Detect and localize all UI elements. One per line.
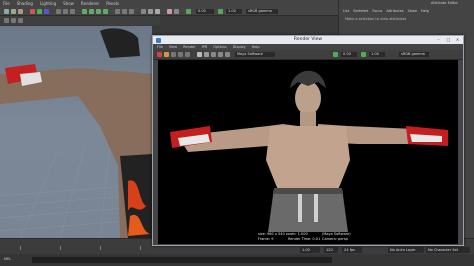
attr-tab-help[interactable]: Help [421, 8, 429, 15]
attr-tab-list[interactable]: List [343, 8, 349, 15]
alpha-channel-icon[interactable] [204, 52, 209, 57]
snapshot-icon[interactable] [185, 52, 190, 57]
gamma-field[interactable]: 1.00 [226, 8, 242, 14]
renderer-label: (Maya Software) [322, 232, 351, 236]
character-torso [266, 126, 350, 190]
toggle-icon[interactable] [103, 8, 108, 14]
start-frame-field[interactable]: 1.00 [300, 247, 320, 253]
wireframe-icon[interactable] [141, 8, 146, 14]
command-line-input[interactable] [32, 257, 332, 263]
toggle-icon[interactable] [96, 8, 101, 14]
timeline-tick [100, 246, 101, 250]
menu-item-panels[interactable]: Panels [106, 0, 119, 7]
lasso-tool-icon[interactable] [11, 8, 16, 14]
keep-image-icon[interactable] [218, 52, 223, 57]
render-frame-icon[interactable] [63, 8, 68, 14]
toggle-icon[interactable] [82, 8, 87, 14]
character-head [295, 81, 321, 115]
character-waistband [274, 188, 342, 194]
render-view-titlebar[interactable]: Render View – □ × [153, 36, 463, 44]
camera-label: Camera: persp [322, 237, 348, 241]
attribute-editor-message: Make a selection to view attributes [345, 17, 407, 21]
shelf-tool-icon[interactable] [4, 18, 9, 23]
timeline-tick [60, 246, 61, 250]
select-tool-icon[interactable] [4, 8, 9, 14]
character-hair [290, 70, 326, 88]
remove-image-icon[interactable] [225, 52, 230, 57]
ipr-render-icon[interactable] [70, 8, 75, 14]
region-render-icon[interactable] [178, 52, 183, 57]
command-line-label: MEL [4, 257, 12, 261]
timeline-tick [140, 246, 141, 250]
viewport-3d[interactable] [0, 26, 152, 238]
render-stats-bar: size: 960 x 540 zoom: 1.000 (Maya Softwa… [158, 232, 458, 244]
gamma-field[interactable]: 1.00 [369, 52, 385, 57]
render-image[interactable] [158, 60, 458, 232]
menu-item-lighting[interactable]: Lighting [40, 0, 56, 7]
attribute-editor-tabs: List Selected Focus Attributes Show Help [339, 8, 474, 15]
attr-tab-selected[interactable]: Selected [353, 8, 368, 15]
character-hair [100, 28, 140, 58]
timeline-tick [20, 246, 21, 250]
color-space-field[interactable]: sRGB gamma [399, 52, 429, 57]
history-icon[interactable] [56, 8, 61, 14]
frame-field[interactable]: 0.00 [196, 8, 214, 14]
render-view-window: Render View – □ × File View Render IPR O… [152, 35, 464, 246]
refresh-icon[interactable] [171, 52, 176, 57]
minimize-button[interactable]: – [434, 37, 443, 43]
ipr-render-icon[interactable] [164, 52, 169, 57]
end-frame-field[interactable]: 120 [324, 247, 338, 253]
shelf-tool-icon[interactable] [11, 18, 16, 23]
lighting-icon[interactable] [167, 8, 172, 14]
film-gate-icon[interactable] [129, 8, 134, 14]
grid-icon[interactable] [122, 8, 127, 14]
viewport-scene [0, 28, 152, 238]
paint-tool-icon[interactable] [18, 8, 23, 14]
fps-field[interactable]: 24 fps [342, 247, 362, 253]
status-line: 0.00 1.00 sRGB gamma [0, 7, 342, 16]
menu-item-renderer[interactable]: Renderer [81, 0, 99, 7]
attr-tab-show[interactable]: Show [408, 8, 417, 15]
attr-tab-focus[interactable]: Focus [372, 8, 382, 15]
snap-curve-icon[interactable] [37, 8, 42, 14]
menu-item-shading[interactable]: Shading [17, 0, 33, 7]
render-size-label: size: 960 x 540 zoom: 1.000 [258, 232, 308, 236]
gamma-icon[interactable] [361, 52, 366, 57]
menu-item-file[interactable]: File [3, 0, 10, 7]
render-time-label: Render Time: 0:01 [288, 237, 321, 241]
exposure-icon[interactable] [218, 8, 223, 14]
menu-item-show[interactable]: Show [63, 0, 74, 7]
maximize-button[interactable]: □ [444, 37, 453, 43]
snap-grid-icon[interactable] [30, 8, 35, 14]
color-space-field[interactable]: sRGB gamma [246, 8, 278, 14]
render-view-toolbar: Maya Software 0.00 1.00 sRGB gamma [153, 50, 463, 60]
shelf [0, 16, 160, 25]
anim-layer-field[interactable]: No Anim Layer [388, 247, 424, 253]
isolate-icon[interactable] [186, 8, 191, 14]
render-view-title: Render View [293, 37, 323, 42]
rendered-character [170, 70, 448, 232]
redo-render-icon[interactable] [157, 52, 162, 57]
snap-point-icon[interactable] [44, 8, 49, 14]
character-set-field[interactable]: No Character Set [426, 247, 470, 253]
character-pants [268, 188, 348, 232]
shadow-icon[interactable] [174, 8, 179, 14]
camera-icon[interactable] [115, 8, 120, 14]
shaded-icon[interactable] [148, 8, 153, 14]
textured-icon[interactable] [155, 8, 160, 14]
rgb-channel-icon[interactable] [197, 52, 202, 57]
character-neck [300, 112, 316, 126]
exposure-icon[interactable] [333, 52, 338, 57]
toggle-icon[interactable] [89, 8, 94, 14]
shelf-tool-icon[interactable] [18, 18, 23, 23]
attribute-editor-title: Attribute Editor [431, 1, 458, 5]
exposure-field[interactable]: 0.00 [341, 52, 357, 57]
close-button[interactable]: × [453, 37, 462, 43]
attr-tab-attributes[interactable]: Attributes [386, 8, 403, 15]
renderer-dropdown[interactable]: Maya Software [235, 52, 275, 57]
real-size-icon[interactable] [211, 52, 216, 57]
frame-label: Frame: 9 [258, 237, 274, 241]
